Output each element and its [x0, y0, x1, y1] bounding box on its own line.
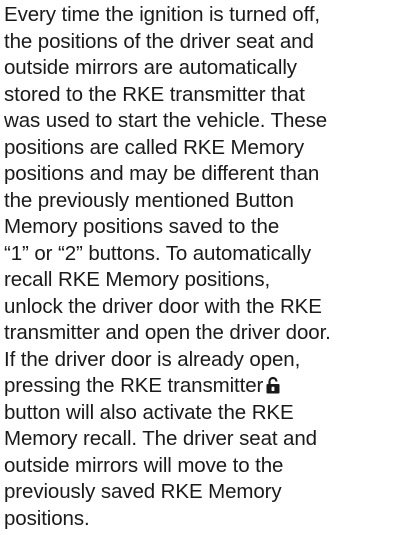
text-fragment: pressing the RKE transmitter [4, 374, 264, 397]
text-line: Memory recall. The driver seat and [4, 427, 317, 450]
rke-memory-paragraph: Every time the ignition is turned off, t… [4, 2, 397, 532]
text-line: positions and may be different than [4, 162, 320, 185]
text-line: the previously mentioned Button [4, 188, 294, 212]
manual-page: Every time the ignition is turned off, t… [4, 2, 397, 532]
unlock-padlock-icon [266, 376, 280, 394]
text-line: positions are called RKE Memory [4, 135, 304, 159]
text-line: positions. [4, 506, 90, 530]
text-line: unlock the driver door with the RKE [4, 294, 322, 318]
text-line: stored to the RKE transmitter that [4, 82, 305, 106]
text-line: the positions of the driver seat and [4, 29, 314, 53]
text-line: outside mirrors will move to the [4, 453, 284, 477]
text-line: Memory positions saved to the [4, 215, 280, 238]
text-line: “1” or “2” buttons. To automatically [4, 241, 312, 265]
text-line: was used to start the vehicle. These [4, 109, 328, 132]
text-line: button will also activate the RKE [4, 400, 294, 424]
text-line: transmitter and open the driver door. [4, 321, 331, 344]
text-line: previously saved RKE Memory [4, 480, 282, 503]
text-line-with-icon: pressing the RKE transmitter [4, 373, 397, 400]
text-line: outside mirrors are automatically [4, 56, 297, 79]
text-line: Every time the ignition is turned off, [4, 3, 321, 26]
text-line: If the driver door is already open, [4, 347, 301, 371]
text-line: recall RKE Memory positions, [4, 268, 271, 291]
